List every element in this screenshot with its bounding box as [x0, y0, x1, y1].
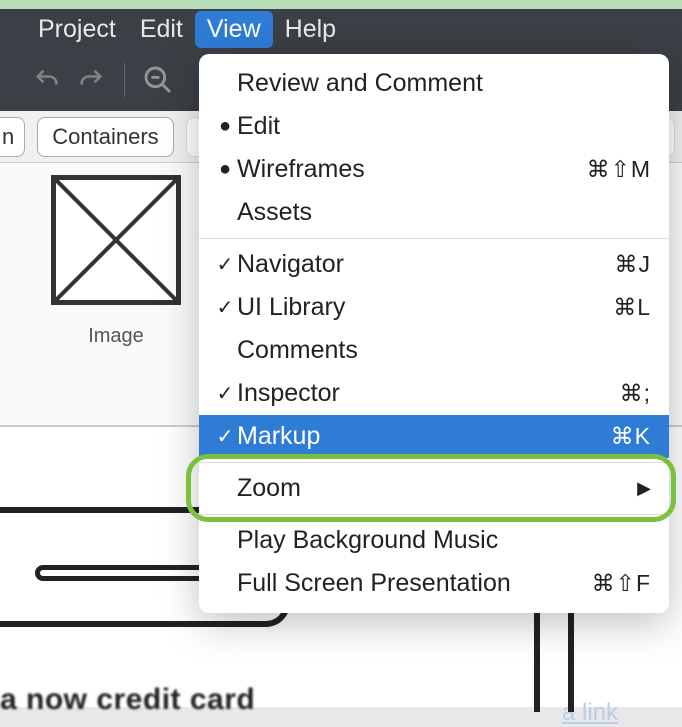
bullet-icon: ●	[213, 158, 237, 181]
menu-item-label: Wireframes	[237, 155, 587, 184]
menu-item-label: Full Screen Presentation	[237, 569, 592, 598]
menu-shortcut: ⌘K	[611, 423, 651, 450]
menu-item-label: Play Background Music	[237, 526, 651, 555]
menu-shortcut: ⌘J	[615, 251, 652, 278]
view-menu-dropdown: Review and Comment●Edit●Wireframes⌘⇧MAss…	[199, 54, 669, 613]
zoom-out-button[interactable]	[141, 63, 175, 97]
menu-item-label: UI Library	[237, 293, 613, 322]
tab-containers[interactable]: Containers	[37, 117, 173, 157]
menu-shortcut: ⌘⇧F	[592, 570, 651, 597]
menu-item-inspector[interactable]: ✓Inspector⌘;	[199, 372, 669, 415]
menu-edit[interactable]: Edit	[128, 11, 195, 48]
menu-item-label: Review and Comment	[237, 69, 651, 98]
menu-item-full-screen-presentation[interactable]: Full Screen Presentation⌘⇧F	[199, 562, 669, 605]
menu-bar: Project Edit View Help	[0, 9, 682, 49]
toolbar-separator	[124, 63, 125, 97]
redo-button[interactable]	[74, 63, 108, 97]
menu-help[interactable]: Help	[273, 11, 348, 48]
menu-separator	[199, 462, 669, 463]
menu-item-zoom[interactable]: Zoom▶	[199, 467, 669, 510]
menu-item-label: Inspector	[237, 379, 620, 408]
checkmark-icon: ✓	[213, 424, 237, 449]
undo-button[interactable]	[30, 63, 64, 97]
menu-item-label: Assets	[237, 198, 651, 227]
menu-item-label: Zoom	[237, 474, 637, 503]
checkmark-icon: ✓	[213, 295, 237, 320]
submenu-arrow-icon: ▶	[637, 478, 651, 499]
menu-item-label: Navigator	[237, 250, 615, 279]
menu-view[interactable]: View	[195, 11, 273, 48]
device-speaker	[35, 565, 210, 581]
menu-separator	[199, 514, 669, 515]
menu-item-play-background-music[interactable]: Play Background Music	[199, 519, 669, 562]
menu-item-edit[interactable]: ●Edit	[199, 105, 669, 148]
menu-item-label: Markup	[237, 422, 611, 451]
menu-item-navigator[interactable]: ✓Navigator⌘J	[199, 243, 669, 286]
image-placeholder-icon	[51, 175, 181, 305]
bullet-icon: ●	[213, 115, 237, 138]
tab-partial[interactable]: n	[0, 117, 25, 157]
menu-project[interactable]: Project	[26, 11, 128, 48]
checkmark-icon: ✓	[213, 381, 237, 406]
menu-shortcut: ⌘;	[620, 380, 651, 407]
library-item-image[interactable]: Image	[36, 175, 196, 348]
menu-item-label: Edit	[237, 112, 651, 141]
menu-item-label: Comments	[237, 336, 651, 365]
menu-shortcut: ⌘L	[613, 294, 651, 321]
menu-item-comments[interactable]: Comments	[199, 329, 669, 372]
checkmark-icon: ✓	[213, 252, 237, 277]
menu-item-markup[interactable]: ✓Markup⌘K	[199, 415, 669, 458]
window-title-bar	[0, 0, 682, 9]
menu-item-assets[interactable]: Assets	[199, 191, 669, 234]
menu-item-review-and-comment[interactable]: Review and Comment	[199, 62, 669, 105]
menu-separator	[199, 238, 669, 239]
library-item-label: Image	[88, 325, 144, 348]
menu-item-wireframes[interactable]: ●Wireframes⌘⇧M	[199, 148, 669, 191]
menu-item-ui-library[interactable]: ✓UI Library⌘L	[199, 286, 669, 329]
canvas-text-cutoff: a now credit card	[0, 683, 255, 717]
menu-shortcut: ⌘⇧M	[587, 156, 651, 183]
